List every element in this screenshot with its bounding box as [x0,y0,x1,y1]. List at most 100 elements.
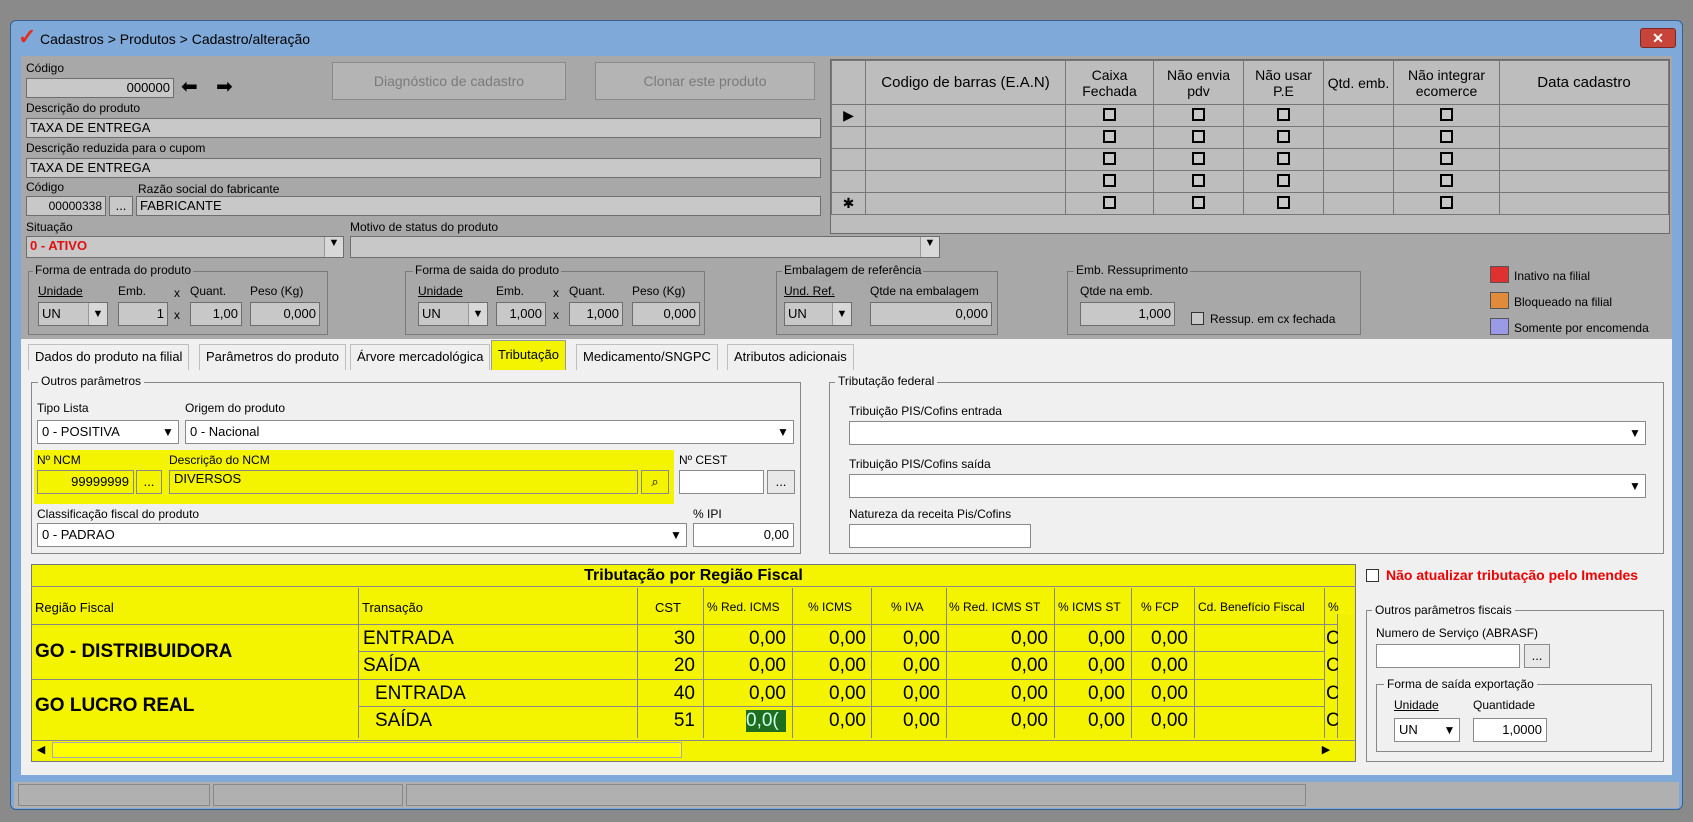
transacao-cell[interactable]: SAÍDA [363,655,420,677]
cell-red[interactable]: 0,0( [746,710,786,732]
chevron-down-icon[interactable]: ▼ [1440,719,1459,741]
checkbox[interactable] [1277,151,1290,165]
checkbox[interactable] [1103,151,1116,165]
table-row[interactable] [831,170,1669,193]
checkbox[interactable] [1103,129,1116,143]
col-red-icms[interactable]: % Red. ICMS [707,600,780,614]
ressup-cx-checkbox[interactable] [1191,312,1204,325]
col-red-icms-st[interactable]: % Red. ICMS ST [949,600,1040,614]
cell-redst[interactable]: 0,00 [968,683,1048,705]
checkbox[interactable] [1277,173,1290,187]
tab-medicamento[interactable]: Medicamento/SNGPC [576,344,718,370]
cell-red[interactable]: 0,00 [706,683,786,705]
saida-peso-input[interactable]: 0,000 [632,302,700,326]
checkbox[interactable] [1192,173,1205,187]
cell-icms[interactable]: 0,00 [786,655,866,677]
scroll-left-icon[interactable]: ◀ [32,741,50,759]
cell-fcp[interactable]: 0,00 [1108,655,1188,677]
motivo-dropdown-arrow[interactable]: ▼ [920,237,939,257]
cell-redst[interactable]: 0,00 [968,628,1048,650]
cell-iva[interactable]: 0,00 [860,655,940,677]
cell-icms[interactable]: 0,00 [786,683,866,705]
codigo-input[interactable]: 000000 [26,78,174,98]
chevron-down-icon[interactable]: ▼ [88,303,107,325]
col-nao-integrar[interactable]: Não integrar ecomerce [1393,60,1500,105]
checkbox[interactable] [1192,129,1205,143]
cell-last[interactable]: C [1326,655,1338,677]
ressup-qtde-input[interactable]: 1,000 [1080,302,1175,326]
embalagem-qtde-input[interactable]: 0,000 [870,302,992,326]
pis-saida-select[interactable] [849,474,1646,498]
col-icms-st[interactable]: % ICMS ST [1058,600,1121,614]
checkbox[interactable] [1440,107,1453,121]
col-regiao[interactable]: Região Fiscal [35,600,114,615]
arrow-right-icon[interactable]: ➡ [216,76,244,100]
cell-iva[interactable]: 0,00 [860,683,940,705]
search-icon[interactable]: ⌕ [641,470,669,494]
transacao-cell[interactable]: ENTRADA [363,628,454,650]
cell-icms[interactable]: 0,00 [786,628,866,650]
cell-cst[interactable]: 20 [615,655,695,677]
cell-iva[interactable]: 0,00 [860,628,940,650]
checkbox[interactable] [1277,129,1290,143]
cell-cst[interactable]: 30 [615,628,695,650]
col-icms[interactable]: % ICMS [808,600,852,614]
cell-fcp[interactable]: 0,00 [1108,628,1188,650]
cest-input[interactable] [679,470,764,494]
col-nao-usar[interactable]: Não usar P.E [1243,60,1324,105]
checkbox[interactable] [1440,195,1453,209]
situacao-dropdown-arrow[interactable]: ▼ [324,237,343,257]
table-row[interactable] [831,148,1669,171]
tab-arvore[interactable]: Árvore mercadológica [350,344,491,370]
tab-dados-filial[interactable]: Dados do produto na filial [28,344,190,370]
chevron-down-icon[interactable]: ▼ [1625,422,1645,444]
col-caixa[interactable]: Caixa Fechada [1065,60,1154,105]
cell-last[interactable]: C [1326,628,1338,650]
chevron-down-icon[interactable]: ▼ [832,303,851,325]
descricao-input[interactable]: TAXA DE ENTREGA [26,118,821,138]
cell-cst[interactable]: 51 [615,710,695,732]
checkbox[interactable] [1440,151,1453,165]
transacao-cell[interactable]: ENTRADA [375,683,466,705]
ipi-input[interactable]: 0,00 [693,523,794,547]
cell-redst[interactable]: 0,00 [968,710,1048,732]
saida-emb-input[interactable]: 1,000 [496,302,546,326]
tab-parametros[interactable]: Parâmetros do produto [199,344,346,370]
num-servico-input[interactable] [1376,644,1520,668]
col-data[interactable]: Data cadastro [1499,60,1669,105]
entrada-peso-input[interactable]: 0,000 [250,302,320,326]
checkbox[interactable] [1192,195,1205,209]
tab-tributacao[interactable]: Tributação [491,340,566,370]
arrow-left-icon[interactable]: ⬅ [181,76,209,100]
tab-atributos[interactable]: Atributos adicionais [727,344,854,370]
col-beneficio[interactable]: Cd. Benefício Fiscal [1198,600,1305,614]
entrada-emb-input[interactable]: 1 [118,302,168,326]
entrada-quant-input[interactable]: 1,00 [190,302,242,326]
chevron-down-icon[interactable]: ▼ [468,303,487,325]
scroll-right-icon[interactable]: ▶ [1317,741,1335,759]
chevron-down-icon[interactable]: ▼ [773,421,793,443]
checkbox[interactable] [1440,129,1453,143]
cell-iva[interactable]: 0,00 [860,710,940,732]
nao-atualizar-checkbox[interactable] [1366,569,1379,582]
chevron-down-icon[interactable]: ▼ [666,524,686,546]
cest-lookup-button[interactable]: ... [767,470,795,494]
cell-red[interactable]: 0,00 [706,628,786,650]
cell-last[interactable]: C [1326,710,1338,732]
chevron-down-icon[interactable]: ▼ [1625,475,1645,497]
desc-reduzida-input[interactable]: TAXA DE ENTREGA [26,158,821,178]
origem-select[interactable]: 0 - Nacional [185,420,794,444]
cell-fcp[interactable]: 0,00 [1108,710,1188,732]
cell-icms[interactable]: 0,00 [786,710,866,732]
diagnostico-button[interactable]: Diagnóstico de cadastro [332,62,566,100]
col-nao-envia[interactable]: Não envia pdv [1153,60,1244,105]
col-transacao[interactable]: Transação [362,600,423,615]
ncm-input[interactable]: 99999999 [37,470,134,494]
cell-cst[interactable]: 40 [615,683,695,705]
col-cst[interactable]: CST [655,600,681,615]
close-button[interactable]: ✕ [1640,28,1676,48]
fabricante-lookup-button[interactable]: ... [109,196,133,216]
checkbox[interactable] [1192,151,1205,165]
cell-fcp[interactable]: 0,00 [1108,683,1188,705]
col-fcp[interactable]: % FCP [1141,600,1179,614]
